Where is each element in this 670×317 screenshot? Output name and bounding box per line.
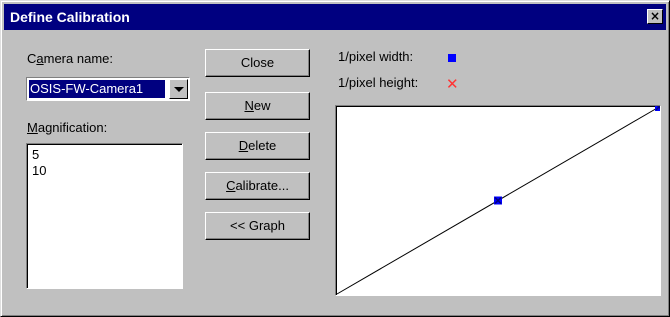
title-bar[interactable]: Define Calibration × bbox=[4, 4, 666, 30]
camera-label-access-key: a bbox=[36, 51, 44, 66]
delete-button[interactable]: Delete bbox=[205, 132, 310, 160]
magnification-label-rest: agnification: bbox=[37, 120, 108, 135]
window-title: Define Calibration bbox=[10, 9, 130, 25]
calibration-chart bbox=[336, 106, 660, 295]
delete-button-label-rest: elete bbox=[248, 138, 277, 153]
calibration-graph bbox=[335, 105, 661, 296]
list-item[interactable]: 5 bbox=[32, 147, 39, 163]
graph-toggle-button[interactable]: << Graph bbox=[205, 212, 310, 240]
delete-button-access-key: D bbox=[238, 138, 249, 153]
new-button-access-key: N bbox=[244, 98, 254, 113]
camera-name-label: Camera name: bbox=[27, 51, 113, 66]
magnification-list[interactable]: 5 10 bbox=[26, 143, 183, 289]
calibrate-button[interactable]: Calibrate... bbox=[205, 172, 310, 200]
new-button-label-rest: ew bbox=[253, 98, 271, 113]
camera-name-value: OSIS-FW-Camera1 bbox=[29, 80, 165, 98]
close-icon[interactable]: × bbox=[647, 9, 663, 24]
chevron-down-icon bbox=[174, 87, 184, 92]
close-button[interactable]: Close bbox=[205, 49, 310, 77]
magnification-label-access-key: M bbox=[27, 120, 38, 135]
define-calibration-dialog: Define Calibration × Camera name: OSIS-F… bbox=[0, 0, 670, 317]
pixel-width-legend-label: 1/pixel width: bbox=[338, 49, 414, 64]
camera-name-select[interactable]: OSIS-FW-Camera1 bbox=[26, 77, 190, 101]
pixel-height-legend-label: 1/pixel height: bbox=[338, 75, 419, 90]
square-marker-icon bbox=[448, 54, 456, 62]
x-marker-icon: ✕ bbox=[446, 75, 459, 93]
calibrate-button-label-rest: alibrate... bbox=[235, 178, 289, 193]
magnification-label: Magnification: bbox=[27, 120, 107, 135]
camera-dropdown-button[interactable] bbox=[169, 79, 188, 99]
camera-label-prefix: C bbox=[27, 51, 37, 66]
camera-label-rest: mera name: bbox=[43, 51, 113, 66]
list-item[interactable]: 10 bbox=[32, 163, 46, 179]
new-button[interactable]: New bbox=[205, 92, 310, 120]
